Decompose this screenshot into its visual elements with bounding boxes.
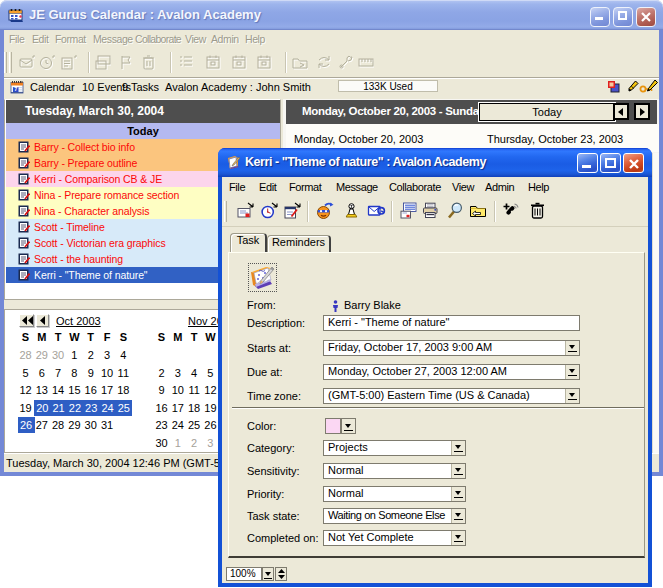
svg-text:7: 7	[14, 86, 17, 92]
